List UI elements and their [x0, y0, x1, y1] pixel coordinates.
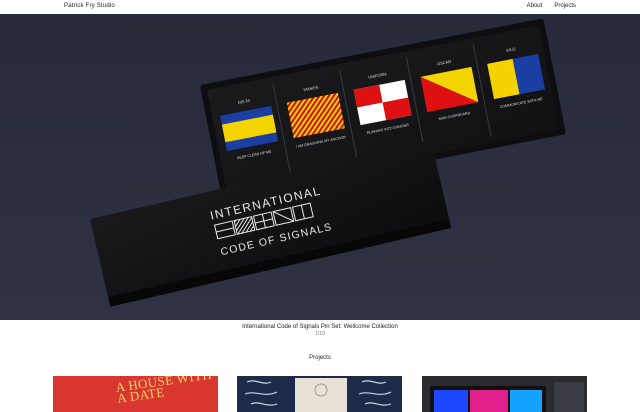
thumb-card — [295, 378, 347, 412]
hero-image[interactable]: DELTA KEEP CLEAR OF ME YANKEE I AM DRAGG… — [0, 14, 640, 320]
project-thumbnail[interactable] — [237, 376, 402, 412]
project-thumbnail[interactable]: A HOUSE WITH A DATE — [53, 376, 218, 412]
thumb-object — [554, 382, 584, 412]
hero-illustration: DELTA KEEP CLEAR OF ME YANKEE I AM DRAGG… — [0, 14, 640, 320]
project-thumbnail-art — [422, 376, 587, 412]
thumb-screen-panel — [510, 390, 542, 412]
hero-caption: International Code of Signals Pin Set: W… — [242, 324, 398, 330]
project-thumbnail-text: A HOUSE WITH A DATE — [114, 376, 213, 406]
nav-about-link[interactable]: About — [527, 3, 543, 9]
primary-nav: About Projects — [527, 3, 576, 9]
thumb-screen-panel — [470, 390, 508, 412]
nav-projects-link[interactable]: Projects — [554, 3, 576, 9]
thumb-screen-panel — [434, 390, 468, 412]
top-bar: Patrick Fry Studio About Projects — [0, 0, 640, 14]
slide-counter: 1/10 — [315, 331, 325, 337]
site-brand-link[interactable]: Patrick Fry Studio — [64, 3, 115, 9]
project-thumbnail-art — [237, 376, 402, 412]
project-thumbnail[interactable] — [422, 376, 587, 412]
projects-heading: Projects — [309, 355, 331, 361]
